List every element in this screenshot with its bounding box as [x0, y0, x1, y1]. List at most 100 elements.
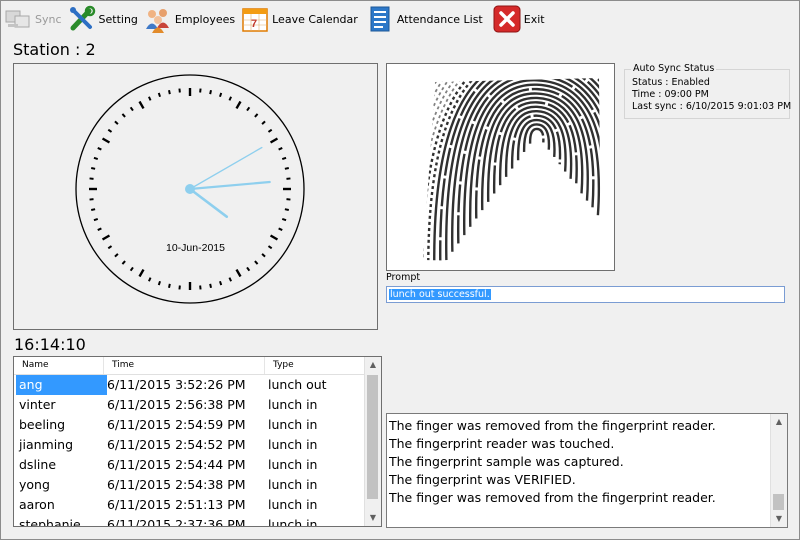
log-line: The finger was removed from the fingerpr… [389, 490, 716, 505]
table-row[interactable]: aaron 6/11/2015 2:51:13 PM lunch in [14, 495, 365, 515]
minute-tick [93, 218, 99, 222]
sync-status-text: Status : Enabled [632, 77, 710, 88]
minute-tick [284, 208, 290, 211]
log-line: The fingerprint reader was touched. [389, 436, 615, 451]
log-scrollbar[interactable]: ▲ ▼ [770, 414, 787, 527]
table-row[interactable]: jianming 6/11/2015 2:54:52 PM lunch in [14, 435, 365, 455]
prompt-field[interactable]: lunch out successful. [386, 286, 785, 303]
table-row[interactable]: vinter 6/11/2015 2:56:38 PM lunch in [14, 395, 365, 415]
attendance-list-label: Attendance List [396, 12, 483, 26]
minute-tick [209, 89, 212, 95]
log-line: The fingerprint sample was captured. [389, 454, 624, 469]
employees-button[interactable]: Employees [144, 3, 235, 35]
leave-calendar-button[interactable]: 7 Leave Calendar [241, 3, 358, 35]
digital-time: 16:14:10 [14, 335, 86, 354]
analog-clock-panel: 10-Jun-2015 [13, 63, 378, 330]
minute-tick [168, 89, 171, 95]
minute-tick [157, 280, 161, 286]
cell-type: lunch out [268, 377, 327, 392]
station-label: Station : 2 [13, 40, 96, 59]
table-row[interactable]: yong 6/11/2015 2:54:38 PM lunch in [14, 475, 365, 495]
log-scroll-down-arrow-icon[interactable]: ▼ [771, 511, 787, 527]
scroll-down-arrow-icon[interactable]: ▼ [365, 510, 381, 526]
minute-tick [90, 208, 96, 211]
cell-type: lunch in [268, 397, 318, 412]
cell-name: stephanie [19, 517, 81, 527]
cell-type: lunch in [268, 497, 318, 512]
toolbar: Sync Setting Employees 7 Leave Calendar … [4, 3, 551, 35]
leave-calendar-label: Leave Calendar [272, 12, 358, 26]
cell-time: 6/11/2015 2:54:44 PM [107, 457, 246, 472]
minute-tick [284, 167, 290, 170]
cell-type: lunch in [268, 417, 318, 432]
list-scrollbar[interactable]: ▲ ▼ [364, 357, 381, 526]
setting-button[interactable]: Setting [68, 3, 138, 35]
minute-tick [93, 156, 99, 160]
cell-name: jianming [19, 437, 74, 452]
last-sync-text: Last sync : 6/10/2015 9:01:03 PM [632, 101, 792, 112]
cell-name: yong [19, 477, 50, 492]
minute-tick [281, 156, 287, 160]
cell-time: 6/11/2015 2:54:38 PM [107, 477, 246, 492]
calendar-day: 7 [251, 18, 257, 30]
scroll-up-arrow-icon[interactable]: ▲ [365, 357, 381, 373]
cell-type: lunch in [268, 477, 318, 492]
sync-button[interactable]: Sync [4, 3, 62, 35]
exit-label: Exit [523, 12, 545, 26]
minute-tick [219, 280, 223, 286]
column-header-time[interactable]: Time [104, 357, 265, 374]
calendar-icon: 7 [241, 5, 269, 33]
auto-sync-title: Auto Sync Status [631, 63, 717, 74]
cell-name: aaron [19, 497, 55, 512]
table-row[interactable]: beeling 6/11/2015 2:54:59 PM lunch in [14, 415, 365, 435]
attendance-list[interactable]: Name Time Type ang 6/11/2015 3:52:26 PM lu… [13, 356, 382, 527]
cell-time: 6/11/2015 2:54:59 PM [107, 417, 246, 432]
attendance-list-button[interactable]: Attendance List [366, 3, 483, 35]
minute-tick [209, 283, 212, 289]
cell-time: 6/11/2015 3:52:26 PM [107, 377, 246, 392]
log-line: The fingerprint was VERIFIED. [389, 472, 576, 487]
table-row[interactable]: stephanie 6/11/2015 2:37:36 PM lunch in [14, 515, 365, 527]
minute-tick [157, 92, 161, 98]
log-scroll-up-arrow-icon[interactable]: ▲ [771, 414, 787, 430]
cell-time: 6/11/2015 2:51:13 PM [107, 497, 246, 512]
cell-time: 6/11/2015 2:56:38 PM [107, 397, 246, 412]
document-list-icon [366, 5, 394, 33]
cell-type: lunch in [268, 437, 318, 452]
cell-time: 6/11/2015 2:54:52 PM [107, 437, 246, 452]
prompt-label: Prompt [386, 272, 421, 283]
list-header: Name Time Type [14, 357, 365, 375]
sync-label: Sync [35, 12, 62, 26]
minute-tick [281, 218, 287, 222]
event-log[interactable]: The finger was removed from the fingerpr… [386, 413, 788, 528]
analog-clock: 10-Jun-2015 [75, 74, 305, 304]
exit-button[interactable]: Exit [493, 3, 545, 35]
column-header-type[interactable]: Type [265, 357, 365, 374]
log-scroll-thumb[interactable] [773, 494, 784, 510]
cell-name: ang [16, 375, 107, 395]
fingerprint-icon [387, 64, 614, 270]
employees-icon [144, 5, 172, 33]
cell-name: dsline [19, 457, 57, 472]
setting-label: Setting [98, 12, 138, 26]
sync-time-text: Time : 09:00 PM [632, 89, 709, 100]
attendance-rows: ang 6/11/2015 3:52:26 PM lunch out vinter 6/… [14, 375, 365, 527]
minute-tick [219, 92, 223, 98]
scroll-thumb[interactable] [367, 375, 378, 499]
cell-time: 6/11/2015 2:37:36 PM [107, 517, 246, 527]
table-row[interactable]: ang 6/11/2015 3:52:26 PM lunch out [14, 375, 365, 395]
cell-name: vinter [19, 397, 56, 412]
minute-tick [90, 167, 96, 170]
fingerprint-image [386, 63, 615, 271]
employees-label: Employees [174, 12, 236, 26]
cell-name: beeling [19, 417, 66, 432]
exit-x-icon [493, 5, 521, 33]
column-header-name[interactable]: Name [14, 357, 104, 374]
minute-tick [168, 283, 171, 289]
sync-icon [4, 5, 32, 33]
cell-type: lunch in [268, 457, 318, 472]
prompt-value: lunch out successful. [389, 289, 491, 300]
table-row[interactable]: dsline 6/11/2015 2:54:44 PM lunch in [14, 455, 365, 475]
clock-date: 10-Jun-2015 [166, 242, 225, 254]
auto-sync-status-group: Auto Sync Status Status : Enabled Time :… [624, 63, 792, 119]
